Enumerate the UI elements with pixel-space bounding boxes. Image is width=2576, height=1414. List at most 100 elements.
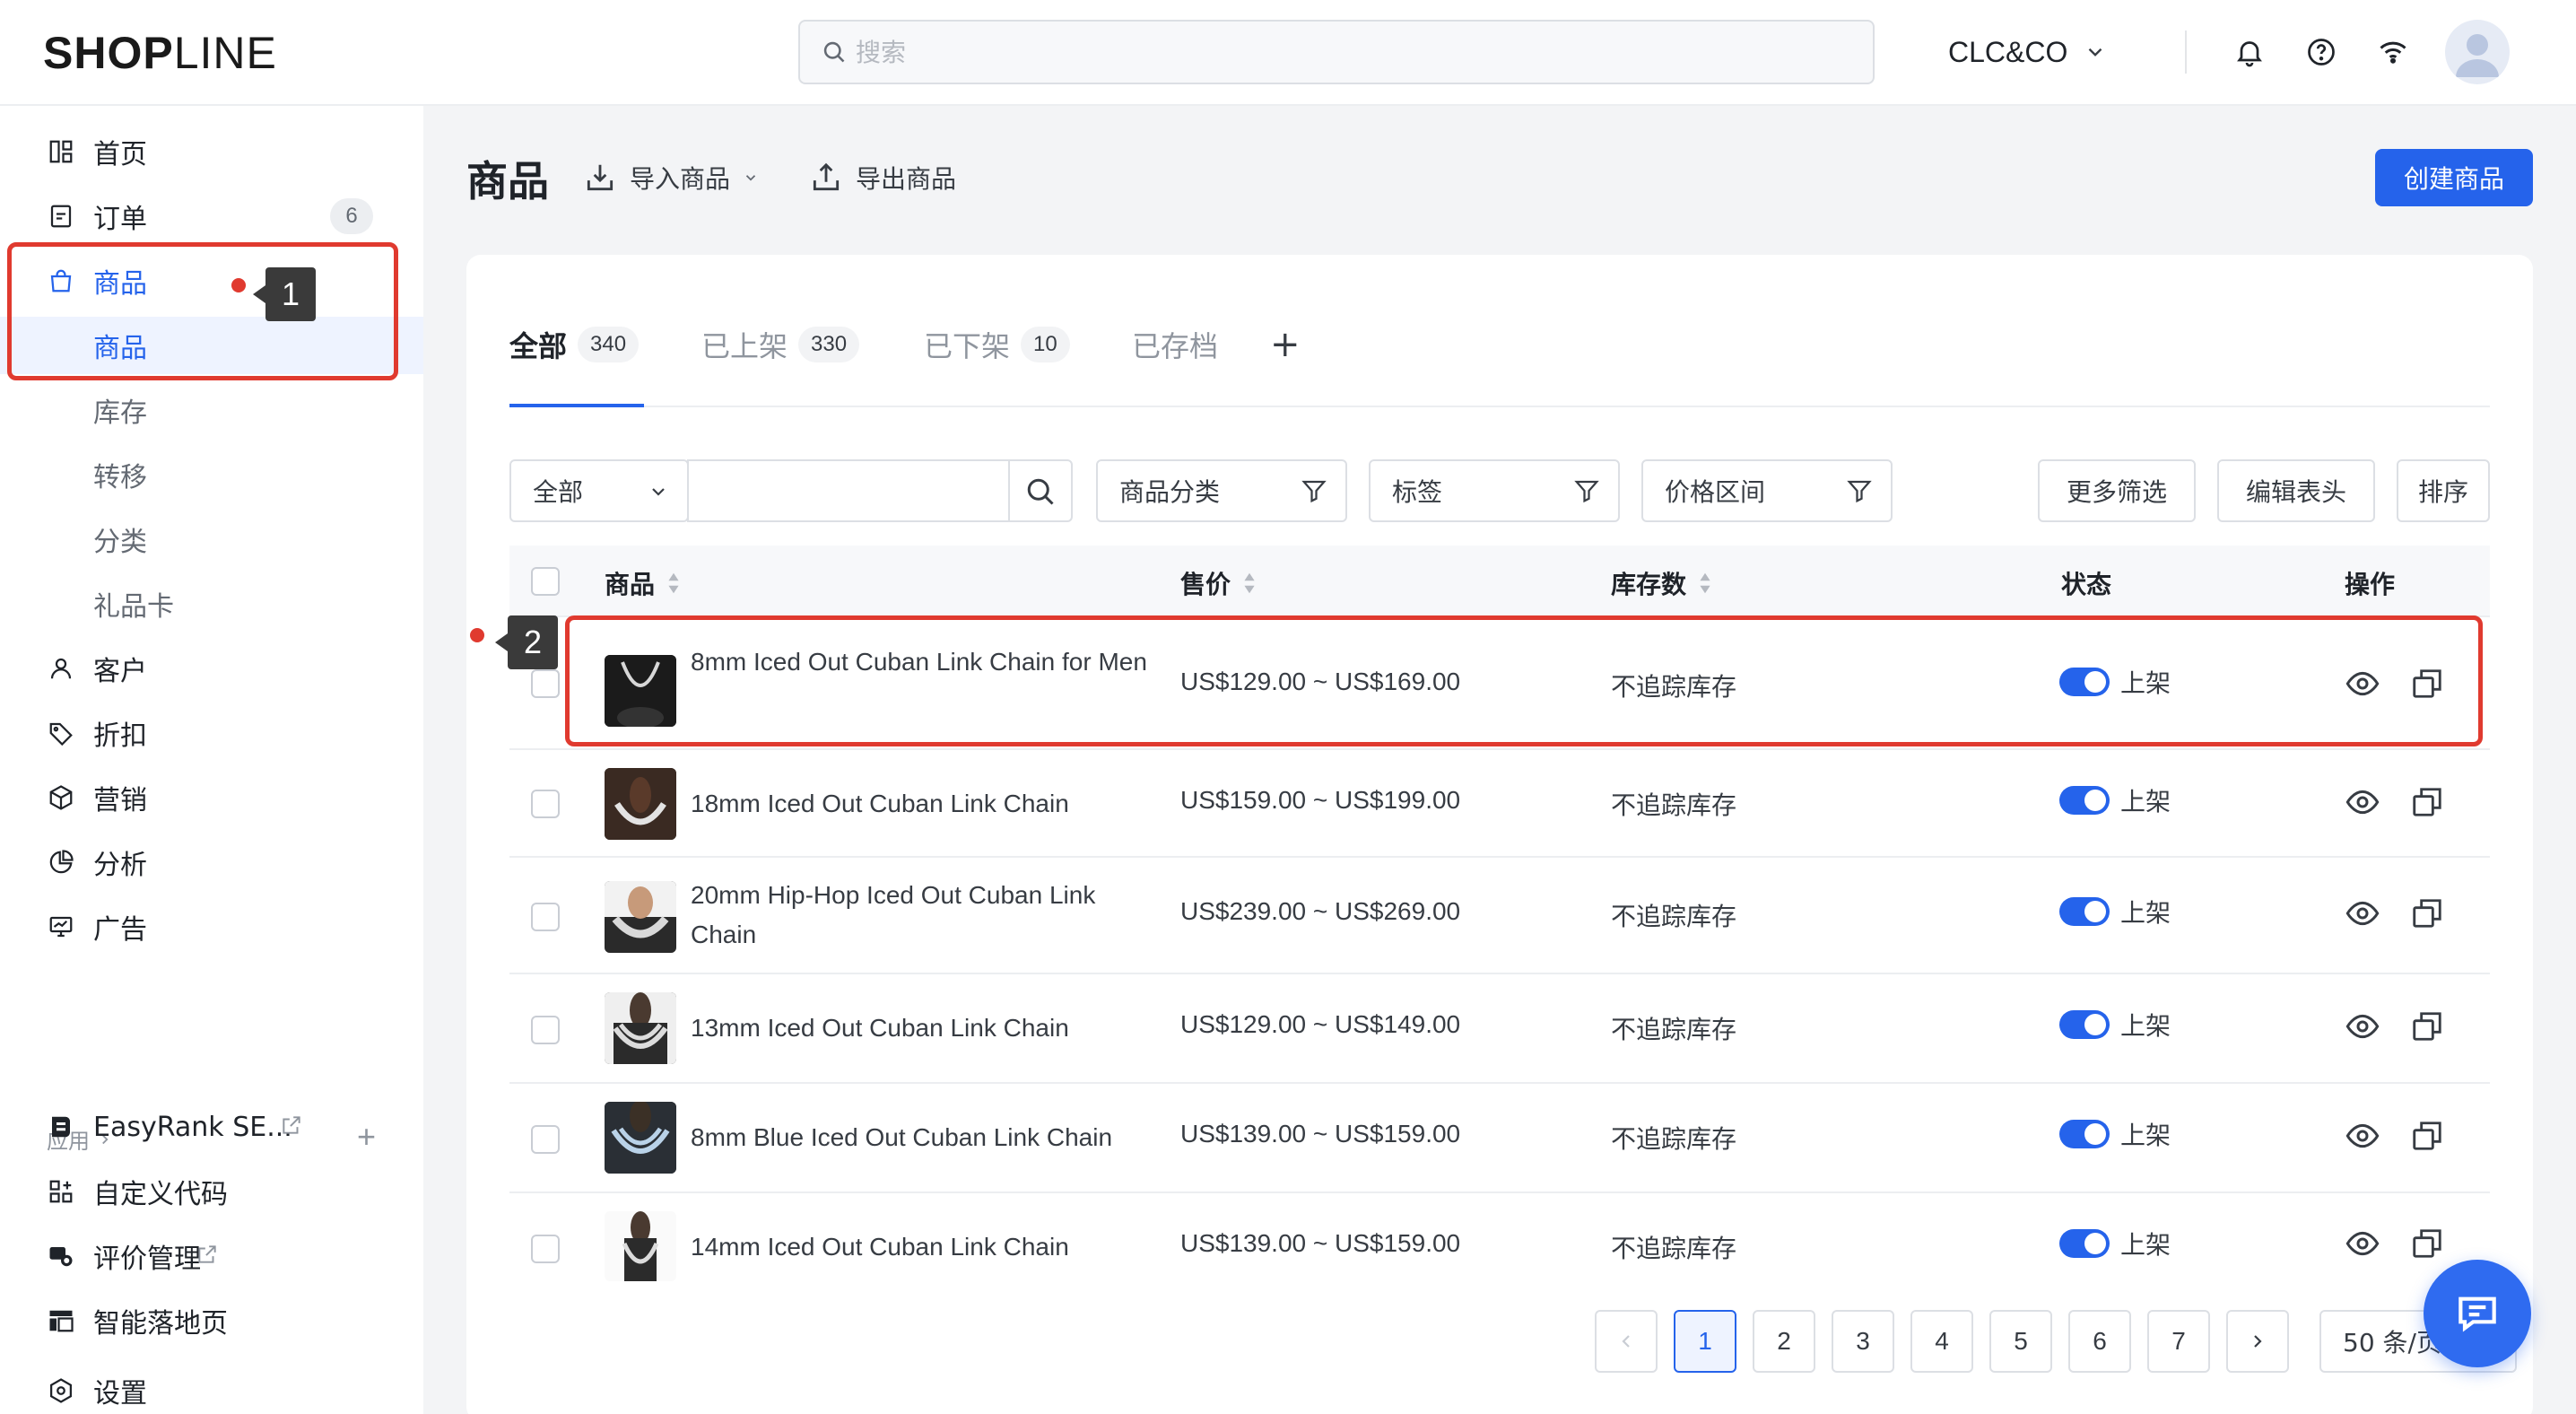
sort-icon xyxy=(1244,572,1255,594)
page-button[interactable]: 2 xyxy=(1753,1310,1815,1373)
pie-chart-icon xyxy=(45,846,77,878)
preview-eye-icon[interactable] xyxy=(2343,1007,2382,1046)
sidebar-item-ads[interactable]: 广告 xyxy=(0,898,423,956)
preview-eye-icon[interactable] xyxy=(2343,1224,2382,1263)
column-header-product[interactable]: 商品 xyxy=(605,565,682,601)
table-row[interactable]: 13mm Iced Out Cuban Link Chain US$129.00… xyxy=(509,974,2490,1084)
status-toggle[interactable] xyxy=(2059,1120,2110,1148)
active-tab-indicator xyxy=(509,404,644,407)
price-range-filter[interactable]: 价格区间 xyxy=(1641,459,1893,522)
page-button[interactable]: 5 xyxy=(1989,1310,2052,1373)
search-icon[interactable] xyxy=(1024,476,1057,508)
sidebar-app-reviews[interactable]: 评价管理 xyxy=(0,1227,423,1285)
table-header: 商品 售价 库存数 状态 操作 xyxy=(509,546,2490,617)
global-search[interactable] xyxy=(798,20,1875,84)
row-checkbox[interactable] xyxy=(531,903,560,931)
product-search-input[interactable] xyxy=(703,474,990,508)
tab-draft[interactable]: 已下架 10 xyxy=(924,325,1070,364)
search-scope-select[interactable]: 全部 xyxy=(509,459,689,522)
status-toggle[interactable] xyxy=(2059,786,2110,815)
sidebar-app-landing-page[interactable]: 智能落地页 xyxy=(0,1292,423,1349)
page-button[interactable]: 7 xyxy=(2147,1310,2210,1373)
shopline-logo[interactable]: SHOPLINE xyxy=(43,27,277,79)
add-tab-icon[interactable]: + xyxy=(1270,324,1301,365)
sidebar-item-analytics[interactable]: 分析 xyxy=(0,834,423,891)
sidebar-subitem-inventory[interactable]: 库存 xyxy=(0,381,423,439)
import-products-button[interactable]: 导入商品 xyxy=(583,158,759,197)
sidebar-item-home[interactable]: 首页 xyxy=(0,123,423,180)
product-name-link[interactable]: 13mm Iced Out Cuban Link Chain xyxy=(691,1008,1157,1048)
sidebar-app-easyrank[interactable]: EasyRank SE... xyxy=(0,1098,423,1156)
status-toggle[interactable] xyxy=(2059,1229,2110,1258)
sidebar-item-orders[interactable]: 订单 6 xyxy=(0,188,423,245)
column-header-stock[interactable]: 库存数 xyxy=(1611,565,1713,601)
sidebar-subitem-gift-cards[interactable]: 礼品卡 xyxy=(0,575,423,633)
product-thumbnail[interactable] xyxy=(605,1102,676,1174)
column-header-price[interactable]: 售价 xyxy=(1180,565,1258,601)
duplicate-icon[interactable] xyxy=(2407,1116,2447,1156)
status-toggle[interactable] xyxy=(2059,897,2110,926)
help-icon[interactable] xyxy=(2300,31,2343,74)
tab-all[interactable]: 全部 340 xyxy=(509,325,640,364)
tab-active[interactable]: 已上架 330 xyxy=(701,325,860,364)
annotation-dot xyxy=(470,628,484,642)
grid-code-icon xyxy=(45,1175,77,1208)
sidebar-item-discounts[interactable]: 折扣 xyxy=(0,704,423,762)
more-filters-button[interactable]: 更多筛选 xyxy=(2038,459,2196,522)
product-name-link[interactable]: 18mm Iced Out Cuban Link Chain xyxy=(691,784,1157,824)
export-products-button[interactable]: 导出商品 xyxy=(809,158,956,197)
product-name-link[interactable]: 20mm Hip-Hop Iced Out Cuban Link Chain xyxy=(691,876,1157,955)
sort-button[interactable]: 排序 xyxy=(2397,459,2490,522)
product-name-link[interactable]: 8mm Blue Iced Out Cuban Link Chain xyxy=(691,1118,1157,1157)
table-row[interactable]: 8mm Blue Iced Out Cuban Link Chain US$13… xyxy=(509,1084,2490,1193)
global-search-input[interactable] xyxy=(856,37,1842,67)
category-filter[interactable]: 商品分类 xyxy=(1096,459,1347,522)
select-all-checkbox[interactable] xyxy=(531,567,560,596)
status-label: 上架 xyxy=(2120,1230,2171,1260)
status-toggle[interactable] xyxy=(2059,1010,2110,1039)
row-checkbox[interactable] xyxy=(531,669,560,698)
row-checkbox[interactable] xyxy=(531,1016,560,1044)
sidebar-subitem-categories[interactable]: 分类 xyxy=(0,511,423,568)
page-button[interactable]: 1 xyxy=(1674,1310,1736,1373)
prev-page-button[interactable] xyxy=(1595,1310,1658,1373)
duplicate-icon[interactable] xyxy=(2407,782,2447,822)
sidebar-subitem-transfers[interactable]: 转移 xyxy=(0,446,423,503)
product-search-field[interactable] xyxy=(687,459,1073,522)
product-thumbnail[interactable] xyxy=(605,768,676,840)
sidebar-item-customers[interactable]: 客户 xyxy=(0,640,423,697)
duplicate-icon[interactable] xyxy=(2407,1224,2447,1263)
tab-archived[interactable]: 已存档 xyxy=(1132,325,1218,364)
row-checkbox[interactable] xyxy=(531,1235,560,1263)
next-page-button[interactable] xyxy=(2226,1310,2289,1373)
preview-eye-icon[interactable] xyxy=(2343,1116,2382,1156)
duplicate-icon[interactable] xyxy=(2407,894,2447,933)
table-row[interactable]: 18mm Iced Out Cuban Link Chain US$159.00… xyxy=(509,750,2490,858)
duplicate-icon[interactable] xyxy=(2407,1007,2447,1046)
preview-eye-icon[interactable] xyxy=(2343,894,2382,933)
sidebar-item-label: 智能落地页 xyxy=(93,1308,228,1340)
page-button[interactable]: 6 xyxy=(2068,1310,2131,1373)
product-name-link[interactable]: 14mm Iced Out Cuban Link Chain xyxy=(691,1227,1157,1267)
chat-support-button[interactable] xyxy=(2424,1260,2531,1367)
user-avatar[interactable] xyxy=(2445,20,2510,84)
store-switcher[interactable]: CLC&CO xyxy=(1948,31,2107,74)
row-checkbox[interactable] xyxy=(531,1125,560,1154)
page-button[interactable]: 3 xyxy=(1832,1310,1894,1373)
product-thumbnail[interactable] xyxy=(605,992,676,1064)
sidebar-item-marketing[interactable]: 营销 xyxy=(0,769,423,826)
page-button[interactable]: 4 xyxy=(1910,1310,1973,1373)
preview-eye-icon[interactable] xyxy=(2343,782,2382,822)
table-row[interactable]: 20mm Hip-Hop Iced Out Cuban Link Chain U… xyxy=(509,858,2490,974)
product-thumbnail[interactable] xyxy=(605,881,676,953)
create-product-button[interactable]: 创建商品 xyxy=(2375,149,2533,206)
sidebar-item-settings[interactable]: 设置 xyxy=(0,1362,423,1414)
tags-filter[interactable]: 标签 xyxy=(1369,459,1620,522)
table-row[interactable]: 14mm Iced Out Cuban Link Chain US$139.00… xyxy=(509,1193,2490,1281)
product-thumbnail[interactable] xyxy=(605,1211,676,1281)
row-checkbox[interactable] xyxy=(531,790,560,818)
wifi-icon[interactable] xyxy=(2371,31,2415,74)
sidebar-app-custom-code[interactable]: 自定义代码 xyxy=(0,1163,423,1220)
bell-icon[interactable] xyxy=(2228,31,2271,74)
edit-columns-button[interactable]: 编辑表头 xyxy=(2217,459,2375,522)
